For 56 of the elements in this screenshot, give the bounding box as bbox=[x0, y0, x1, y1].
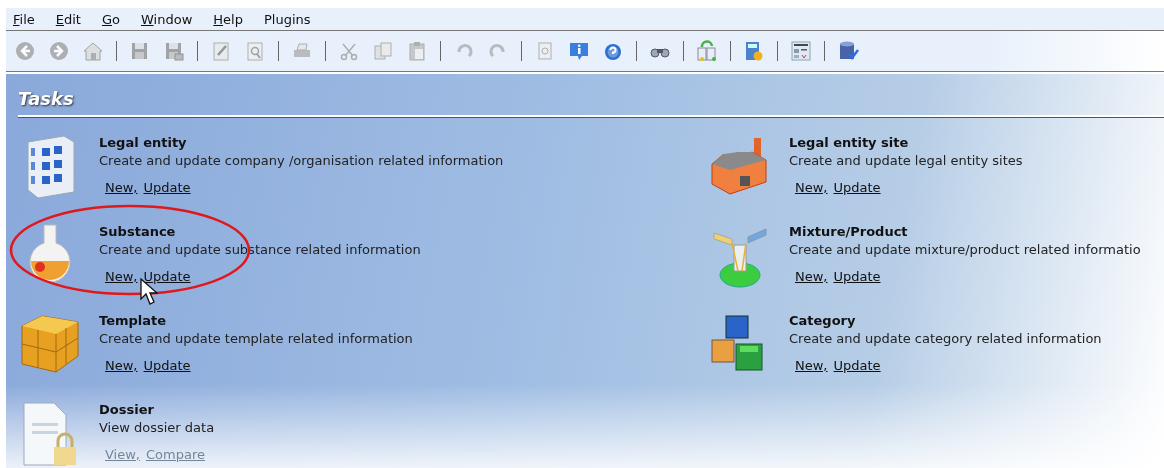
task-link[interactable]: New, bbox=[105, 358, 138, 373]
office-building-icon bbox=[27, 135, 75, 199]
task-link[interactable]: Update bbox=[143, 269, 191, 284]
task-link[interactable]: Update bbox=[833, 180, 881, 195]
database-icon bbox=[840, 41, 859, 61]
task-link[interactable]: New, bbox=[105, 180, 138, 195]
task-link[interactable]: New, bbox=[105, 269, 138, 284]
task-link[interactable]: Update bbox=[833, 358, 881, 373]
menu-item[interactable]: Window bbox=[141, 11, 193, 27]
task-description: View dossier data bbox=[99, 419, 215, 437]
task-link[interactable]: Update bbox=[143, 180, 191, 195]
clipboard-icon bbox=[409, 42, 425, 61]
task-description: Create and update template related information bbox=[99, 330, 413, 348]
calculator-icon bbox=[746, 42, 763, 61]
task-description: Create and update mixture/product related informatio bbox=[789, 241, 1141, 259]
task-link[interactable]: Update bbox=[833, 269, 881, 284]
task-description: Create and update category related information bbox=[789, 330, 1102, 348]
print-preview-icon bbox=[247, 42, 263, 61]
menu-item[interactable]: File bbox=[13, 11, 35, 27]
task-link[interactable]: New, bbox=[795, 358, 828, 373]
home-icon bbox=[83, 42, 103, 61]
help-icon bbox=[605, 44, 621, 60]
printer-icon bbox=[294, 43, 310, 57]
menu-item[interactable]: Plugins bbox=[263, 11, 311, 27]
copy-icon bbox=[374, 42, 392, 60]
document-icon bbox=[538, 42, 552, 60]
menu-item[interactable]: Edit bbox=[55, 11, 81, 27]
info-icon bbox=[570, 43, 588, 60]
task-description: Create and update legal entity sites bbox=[789, 152, 1023, 170]
task-title: Template bbox=[99, 312, 168, 330]
task-title: Legal entity site bbox=[789, 134, 910, 152]
cubes-icon bbox=[711, 315, 763, 371]
menu-item[interactable]: Help bbox=[213, 11, 243, 27]
flask-icon bbox=[29, 224, 71, 283]
task-link[interactable]: New, bbox=[795, 269, 828, 284]
menu-item[interactable]: Go bbox=[101, 11, 120, 27]
task-link[interactable]: Update bbox=[143, 358, 191, 373]
task-description: Create and update company /organisation related information bbox=[99, 152, 504, 170]
task-title: Substance bbox=[99, 223, 177, 241]
import-documents-icon bbox=[697, 40, 716, 61]
form-icon bbox=[791, 41, 811, 61]
task-title: Legal entity bbox=[99, 134, 188, 152]
task-title: Dossier bbox=[99, 401, 155, 419]
task-title: Category bbox=[789, 312, 857, 330]
scissors-icon bbox=[340, 43, 358, 61]
undo-icon bbox=[457, 44, 473, 57]
factory-icon bbox=[711, 138, 767, 195]
mixture-flask-icon bbox=[713, 228, 767, 288]
binoculars-icon bbox=[650, 48, 670, 58]
redo-icon bbox=[489, 44, 505, 57]
floppy-disks-icon bbox=[166, 43, 184, 61]
box-icon bbox=[21, 315, 79, 373]
edit-document-icon bbox=[213, 42, 229, 61]
task-link[interactable]: New, bbox=[795, 180, 828, 195]
section-title: Tasks bbox=[18, 88, 74, 109]
task-title: Mixture/Product bbox=[789, 223, 909, 241]
